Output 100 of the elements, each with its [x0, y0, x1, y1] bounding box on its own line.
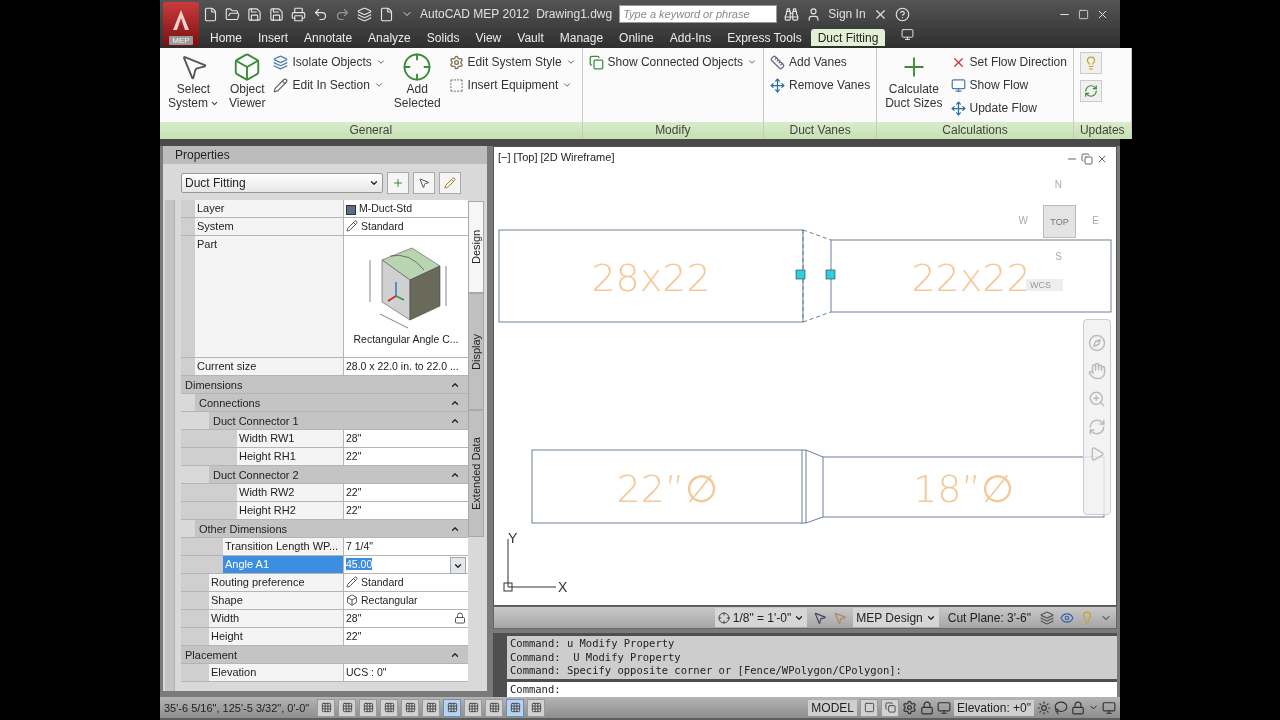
- panel-title: Duct Vanes: [764, 122, 877, 140]
- style-icon: [346, 576, 358, 589]
- ribbon-tab[interactable]: Express Tools: [720, 29, 809, 46]
- drafting-toggle[interactable]: [338, 698, 356, 717]
- redo-icon[interactable]: [335, 6, 350, 22]
- view-cube[interactable]: TOP: [1043, 205, 1076, 239]
- lock-icon[interactable]: [1071, 700, 1085, 715]
- property-label: Width RW1: [237, 430, 344, 448]
- viewport-controls[interactable]: [−] [Top] [2D Wireframe]: [498, 151, 615, 164]
- model-button[interactable]: MODEL: [808, 699, 857, 716]
- ribbon-tab[interactable]: Vault: [510, 29, 551, 46]
- ribbon-button[interactable]: Remove Vanes: [770, 75, 871, 95]
- property-group-header[interactable]: Other Dimensions: [195, 520, 468, 538]
- ribbon-button[interactable]: Show Connected Objects: [588, 52, 757, 72]
- ribbon-button[interactable]: Set Flow Direction: [950, 52, 1067, 72]
- property-value: 28": [346, 432, 362, 445]
- drafting-toggle[interactable]: [443, 698, 461, 717]
- ribbon-button[interactable]: Insert Equipment: [448, 75, 576, 95]
- ribbon-button[interactable]: Add Vanes: [770, 52, 871, 72]
- drafting-toggle[interactable]: [506, 698, 524, 717]
- property-label: Angle A1: [223, 556, 344, 574]
- property-label: Height: [209, 628, 344, 646]
- new-file-icon[interactable]: [203, 6, 218, 22]
- property-group-header[interactable]: Dimensions: [181, 376, 468, 394]
- gear-icon[interactable]: [902, 700, 917, 716]
- ribbon-button[interactable]: Update Flow: [950, 98, 1067, 118]
- save-icon[interactable]: [247, 6, 262, 22]
- layout-button[interactable]: [881, 698, 899, 717]
- monitor-icon[interactable]: [937, 700, 951, 715]
- sun-icon[interactable]: [1037, 700, 1051, 715]
- scrollbar[interactable]: [165, 200, 175, 692]
- folder-icon[interactable]: [225, 6, 240, 22]
- grip-handles[interactable]: [795, 269, 836, 280]
- duct-size-label: 18”∅: [913, 467, 1014, 512]
- sign-in-link[interactable]: Sign In: [828, 7, 866, 21]
- drafting-toggle[interactable]: [464, 698, 482, 717]
- binoculars-icon[interactable]: [784, 6, 800, 22]
- select-objects-button[interactable]: [413, 172, 435, 195]
- ribbon-button[interactable]: Isolate Objects: [273, 52, 386, 72]
- ribbon-tab[interactable]: Home: [203, 29, 249, 46]
- property-group-header[interactable]: Duct Connector 1: [209, 412, 468, 430]
- ribbon-tab[interactable]: Duct Fitting: [810, 29, 886, 46]
- elevation-field[interactable]: Elevation: +0": [954, 699, 1034, 716]
- drafting-toggle[interactable]: [422, 698, 440, 717]
- copy-icon: [588, 54, 604, 70]
- display-configuration[interactable]: MEP Design: [853, 608, 939, 628]
- caret-icon: [373, 80, 384, 90]
- document-icon[interactable]: [379, 6, 394, 22]
- search-field[interactable]: Type a keyword or phrase: [619, 5, 778, 23]
- ribbon-tab[interactable]: Solids: [419, 29, 467, 46]
- ribbon-button[interactable]: Show Flow: [950, 75, 1067, 95]
- property-group-header[interactable]: Connections: [195, 394, 468, 412]
- save-icon[interactable]: [269, 6, 284, 22]
- maximize-icon[interactable]: [1078, 8, 1089, 20]
- drafting-toggle[interactable]: [317, 698, 335, 717]
- annotation-scale[interactable]: 1/8" = 1'-0": [714, 608, 808, 628]
- palette-tab[interactable]: Display: [468, 293, 484, 411]
- undo-icon[interactable]: [313, 6, 328, 22]
- palette-tab[interactable]: Design: [468, 201, 484, 294]
- palette-tab[interactable]: Extended Data: [468, 410, 484, 538]
- drawing-viewport[interactable]: [−] [Top] [2D Wireframe] 28x22 22x22 22”∅ 18”∅ Y X N W TOP E S WCS: [493, 146, 1117, 607]
- ribbon-button[interactable]: Add Selected: [391, 52, 443, 123]
- ribbon-button[interactable]: Select System: [166, 52, 221, 123]
- ribbon-icon-button[interactable]: [1079, 80, 1102, 102]
- ribbon-tab[interactable]: Manage: [552, 29, 611, 46]
- lock-icon[interactable]: [920, 700, 934, 715]
- ribbon-button[interactable]: Calculate Duct Sizes: [883, 52, 945, 123]
- dropdown-button[interactable]: [450, 557, 466, 575]
- annotation-icon[interactable]: [813, 610, 828, 625]
- cut-plane[interactable]: Cut Plane: 3'-6": [944, 608, 1034, 628]
- ribbon-tab[interactable]: Insert: [251, 29, 296, 46]
- ribbon-button[interactable]: Edit In Section: [273, 75, 386, 95]
- layout-button[interactable]: [860, 698, 878, 717]
- drafting-toggle[interactable]: [485, 698, 503, 717]
- ribbon-tab[interactable]: Add-Ins: [662, 29, 719, 46]
- group-title: Dimensions: [185, 378, 243, 391]
- drafting-toggle[interactable]: [401, 698, 419, 717]
- lock-icon[interactable]: [454, 612, 466, 625]
- drafting-toggle[interactable]: [380, 698, 398, 717]
- ribbon-tab[interactable]: View: [468, 29, 509, 46]
- property-group-header[interactable]: Duct Connector 2: [209, 466, 468, 484]
- property-group-header[interactable]: Placement: [181, 646, 468, 664]
- ribbon-tab[interactable]: Annotate: [297, 29, 360, 46]
- pickadd-button[interactable]: [439, 172, 461, 195]
- eye-icon[interactable]: [1060, 610, 1074, 625]
- restore-icon[interactable]: [1081, 153, 1093, 166]
- ribbon-button[interactable]: Edit System Style: [448, 52, 576, 72]
- object-type-dropdown[interactable]: Duct Fitting: [181, 173, 383, 194]
- ruler-icon: [770, 54, 785, 70]
- ribbon-tab[interactable]: Analyze: [361, 29, 418, 46]
- drafting-toggle[interactable]: [359, 698, 377, 717]
- ribbon-button[interactable]: Object Viewer: [227, 52, 268, 123]
- ribbon-tab[interactable]: Online: [612, 29, 661, 46]
- drafting-toggle[interactable]: [527, 698, 545, 717]
- property-label: Routing preference: [209, 574, 344, 592]
- help-icon[interactable]: [894, 6, 910, 22]
- layers-icon[interactable]: [357, 6, 372, 22]
- user-icon[interactable]: [806, 6, 822, 22]
- print-icon[interactable]: [291, 6, 306, 22]
- layers-icon[interactable]: [1040, 610, 1054, 625]
